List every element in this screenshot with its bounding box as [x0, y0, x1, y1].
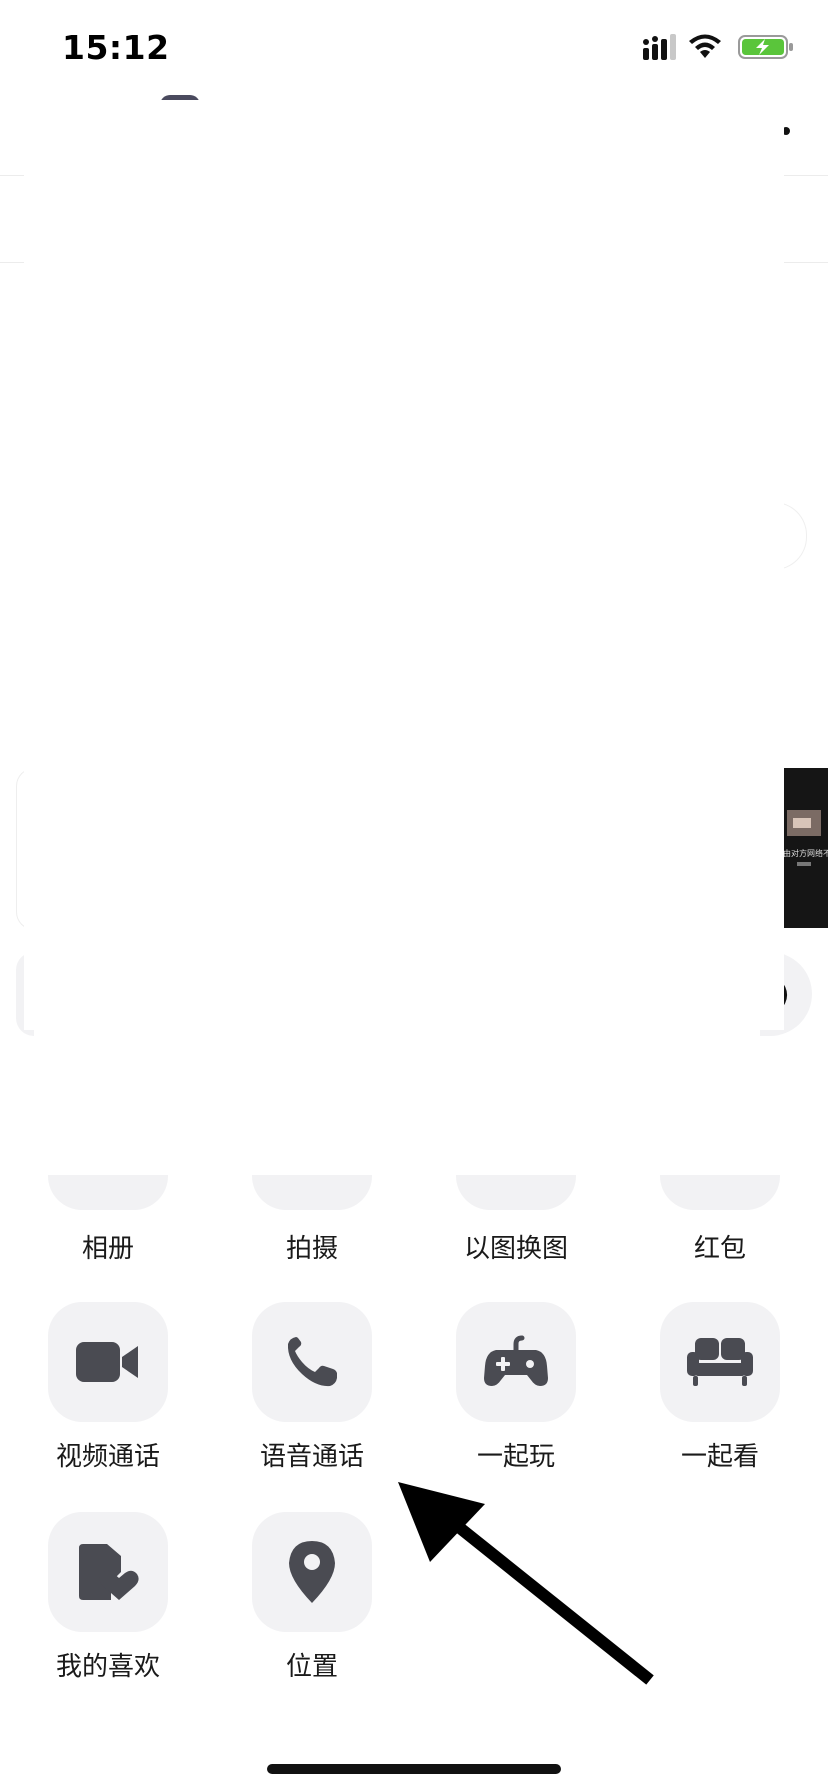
video-call-button[interactable]: 视频通话	[6, 1302, 210, 1492]
play-together-label: 一起玩	[476, 1442, 555, 1472]
annotation-arrow	[398, 1482, 654, 1685]
wifi-icon	[689, 34, 721, 58]
image-swap-label: 以图换图	[463, 1234, 568, 1264]
album-label: 相册	[81, 1234, 134, 1264]
video-message-thumbnail[interactable]: 由对方网络不佳	[783, 768, 828, 928]
status-bar: 15:12	[0, 0, 828, 100]
video-call-tile[interactable]	[48, 1302, 168, 1422]
signal-icon	[643, 34, 676, 60]
my-favorites-label: 我的喜欢	[55, 1652, 160, 1682]
popup-card	[24, 100, 784, 1030]
play-together-button[interactable]: 一起玩	[414, 1302, 618, 1492]
location-pin-icon	[289, 1541, 335, 1603]
red-packet-button[interactable]	[660, 1175, 780, 1210]
phone-icon	[287, 1337, 337, 1387]
watch-together-tile[interactable]	[660, 1302, 780, 1422]
watch-together-button[interactable]: 一起看	[618, 1302, 822, 1492]
video-caption-detail	[797, 862, 811, 866]
album-button[interactable]	[48, 1175, 168, 1210]
red-packet-label: 红包	[693, 1234, 746, 1264]
voice-call-button[interactable]: 语音通话	[210, 1302, 414, 1492]
video-call-label: 视频通话	[55, 1442, 160, 1472]
video-frame-detail	[793, 818, 811, 828]
my-favorites-tile[interactable]	[48, 1512, 168, 1632]
voice-call-label: 语音通话	[259, 1442, 364, 1472]
camera-label: 拍摄	[285, 1234, 338, 1264]
voice-call-tile[interactable]	[252, 1302, 372, 1422]
video-caption: 由对方网络不佳	[783, 849, 828, 858]
location-tile[interactable]	[252, 1512, 372, 1632]
camera-button[interactable]	[252, 1175, 372, 1210]
video-call-icon	[76, 1342, 138, 1382]
home-indicator[interactable]	[267, 1764, 561, 1774]
battery-charging-icon	[738, 35, 793, 59]
status-time: 15:12	[62, 28, 170, 67]
watch-together-label: 一起看	[680, 1442, 759, 1472]
favorite-folder-icon	[79, 1544, 139, 1600]
panel-row-1	[0, 1175, 828, 1210]
play-together-tile[interactable]	[456, 1302, 576, 1422]
image-swap-button[interactable]	[456, 1175, 576, 1210]
my-favorites-button[interactable]: 我的喜欢	[6, 1512, 210, 1702]
sofa-icon	[687, 1338, 753, 1386]
gamepad-icon	[484, 1335, 548, 1386]
